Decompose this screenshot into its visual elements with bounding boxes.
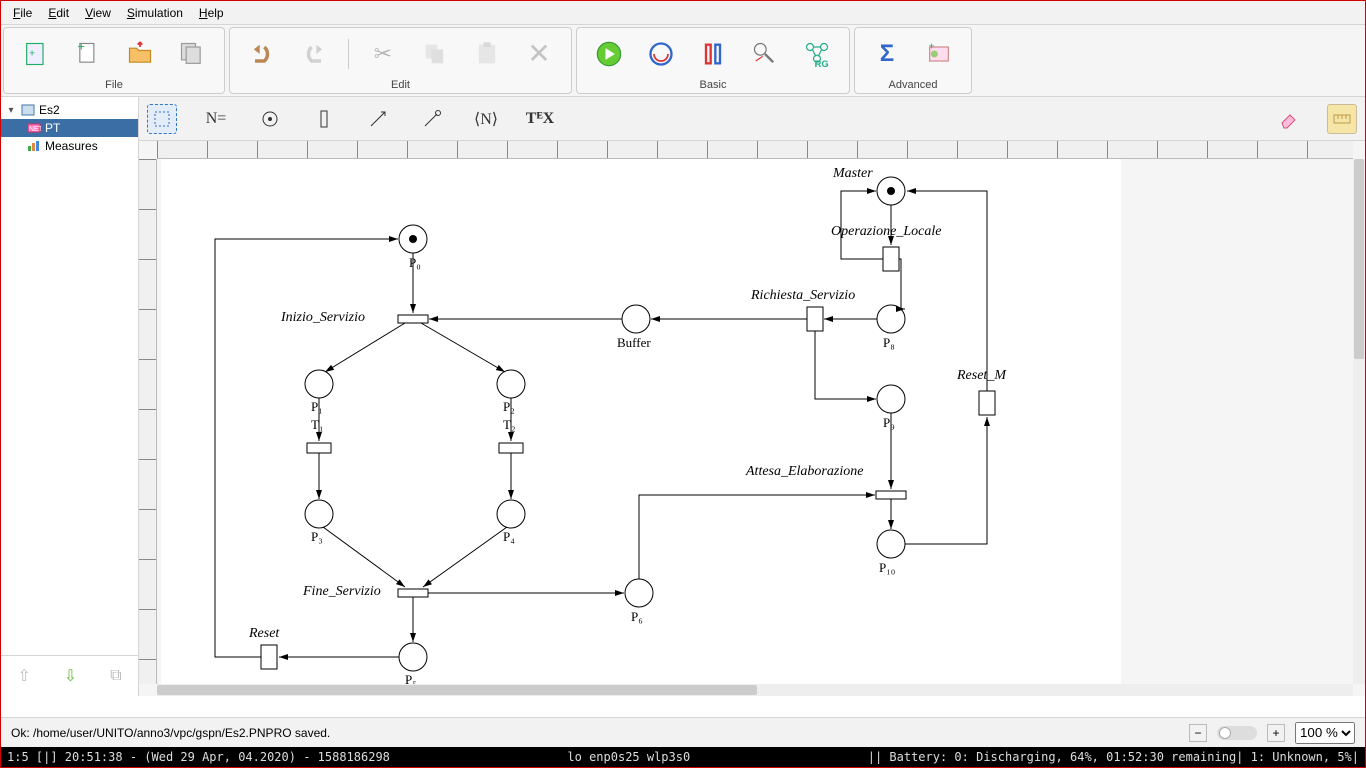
basic-tool-rg[interactable]: RG bbox=[799, 36, 835, 72]
trans-label-t1: T₁ bbox=[311, 417, 323, 432]
ruler-toggle[interactable] bbox=[1327, 104, 1357, 134]
advanced-tool-sigma[interactable]: Σ bbox=[869, 36, 905, 72]
tree-root-label: Es2 bbox=[39, 103, 60, 117]
osbar-mid: lo enp0s25 wlp3s0 bbox=[390, 750, 868, 764]
svg-text:+: + bbox=[29, 47, 35, 59]
tex-tool[interactable]: TᴱX bbox=[525, 104, 555, 134]
place-label-master: Master bbox=[832, 166, 873, 181]
toolbar-group-edit: ✂ ✕ Edit bbox=[229, 27, 572, 94]
inhibitor-arc-tool[interactable] bbox=[417, 104, 447, 134]
place-label-p9: P₉ bbox=[883, 415, 895, 430]
ruler-vertical bbox=[139, 159, 157, 684]
place-label-p3: P₃ bbox=[311, 529, 323, 544]
move-up-button[interactable]: ⇧ bbox=[17, 666, 30, 686]
transition-tool[interactable] bbox=[309, 104, 339, 134]
redo-button[interactable] bbox=[296, 36, 332, 72]
sidebar: ▾ Es2 NET PT Measures ⇧ ⇩ ⧉ bbox=[1, 97, 139, 696]
osbar-left: 1:5 [|] 20:51:38 - (Wed 29 Apr, 04.2020)… bbox=[7, 750, 390, 764]
scrollbar-vertical[interactable] bbox=[1353, 159, 1365, 684]
menu-edit[interactable]: Edit bbox=[42, 4, 75, 22]
basic-tool-2[interactable] bbox=[643, 36, 679, 72]
ruler-horizontal bbox=[157, 141, 1353, 159]
tree-item-pt[interactable]: NET PT bbox=[1, 119, 138, 137]
trans-label-resetm: Reset_M bbox=[956, 368, 1007, 383]
place-label-buffer: Buffer bbox=[617, 335, 651, 350]
trans-label-oplocale: Operazione_Locale bbox=[831, 224, 941, 239]
select-tool[interactable] bbox=[147, 104, 177, 134]
new-net-button[interactable]: + bbox=[18, 36, 54, 72]
delete-button[interactable]: ✕ bbox=[521, 36, 557, 72]
tree-root-es2[interactable]: ▾ Es2 bbox=[1, 101, 138, 119]
zoom-out-button[interactable]: − bbox=[1189, 724, 1207, 742]
trans-label-inizio: Inizio_Servizio bbox=[280, 310, 365, 325]
place-label-p1: P₁ bbox=[311, 399, 323, 414]
zoom-in-button[interactable]: + bbox=[1267, 724, 1285, 742]
place-label-p10: P₁₀ bbox=[879, 560, 895, 575]
drawing-paper[interactable]: P₀ Master Buffer P₈ P₁ bbox=[161, 159, 1121, 696]
move-down-button[interactable]: ⇩ bbox=[64, 666, 77, 686]
zoom-slider[interactable] bbox=[1217, 726, 1257, 740]
paste-button[interactable] bbox=[469, 36, 505, 72]
status-text: Ok: /home/user/UNITO/anno3/vpc/gspn/Es2.… bbox=[11, 726, 330, 740]
canvas[interactable]: P₀ Master Buffer P₈ P₁ bbox=[139, 141, 1365, 696]
menu-help[interactable]: Help bbox=[193, 4, 230, 22]
arc-tool[interactable] bbox=[363, 104, 393, 134]
tree-pt-label: PT bbox=[45, 121, 60, 135]
menu-view[interactable]: View bbox=[79, 4, 117, 22]
undo-button[interactable] bbox=[244, 36, 280, 72]
place-label-p0: P₀ bbox=[409, 255, 421, 270]
angle-n-tool[interactable]: ⟨N⟩ bbox=[471, 104, 501, 134]
status-bar: Ok: /home/user/UNITO/anno3/vpc/gspn/Es2.… bbox=[1, 717, 1365, 747]
trans-label-fine: Fine_Servizio bbox=[302, 584, 381, 599]
svg-text:RG: RG bbox=[815, 58, 829, 67]
tree-item-measures[interactable]: Measures bbox=[1, 137, 138, 155]
toolbar-group-advanced-label: Advanced bbox=[855, 79, 971, 93]
toolbar-group-basic: RG Basic bbox=[576, 27, 850, 94]
trans-label-richiesta: Richiesta_Servizio bbox=[750, 288, 855, 303]
toolbar-group-advanced: Σ + Advanced bbox=[854, 27, 972, 94]
menu-simulation[interactable]: Simulation bbox=[121, 4, 189, 22]
basic-tool-3[interactable] bbox=[695, 36, 731, 72]
toolbar-group-file: + + File bbox=[3, 27, 225, 94]
trans-label-t2: T₂ bbox=[503, 417, 515, 432]
copy-button[interactable] bbox=[417, 36, 453, 72]
new-page-button[interactable]: + bbox=[70, 36, 106, 72]
advanced-tool-2[interactable]: + bbox=[921, 36, 957, 72]
svg-text:+: + bbox=[78, 40, 86, 54]
cut-button[interactable]: ✂ bbox=[365, 36, 401, 72]
canvas-area: N= ⟨N⟩ TᴱX bbox=[139, 97, 1365, 696]
place-label-p4: P₄ bbox=[503, 529, 515, 544]
project-tree: ▾ Es2 NET PT Measures bbox=[1, 97, 138, 656]
main-toolbar: + + File ✂ ✕ Edit bbox=[1, 25, 1365, 97]
play-button[interactable] bbox=[591, 36, 627, 72]
scrollbar-horizontal[interactable] bbox=[157, 684, 1353, 696]
drawing-toolbar: N= ⟨N⟩ TᴱX bbox=[139, 97, 1365, 141]
trans-label-reset: Reset bbox=[248, 626, 280, 641]
svg-text:NET: NET bbox=[29, 126, 41, 133]
osbar-right: || Battery: 0: Discharging, 64%, 01:52:3… bbox=[868, 750, 1359, 764]
place-label-p8: P₈ bbox=[883, 335, 895, 350]
zoom-control: − + 100 % bbox=[1189, 722, 1355, 744]
save-button[interactable] bbox=[174, 36, 210, 72]
sidebar-actions: ⇧ ⇩ ⧉ bbox=[1, 656, 138, 696]
name-tool[interactable]: N= bbox=[201, 104, 231, 134]
trans-label-attesa: Attesa_Elaborazione bbox=[745, 464, 863, 479]
os-status-bar: 1:5 [|] 20:51:38 - (Wed 29 Apr, 04.2020)… bbox=[1, 747, 1365, 767]
zoom-select[interactable]: 100 % bbox=[1295, 722, 1355, 744]
basic-tool-4[interactable] bbox=[747, 36, 783, 72]
tree-measures-label: Measures bbox=[45, 139, 98, 153]
eraser-tool[interactable] bbox=[1273, 104, 1303, 134]
duplicate-button[interactable]: ⧉ bbox=[110, 667, 121, 685]
svg-text:+: + bbox=[929, 40, 935, 52]
toolbar-group-file-label: File bbox=[4, 79, 224, 93]
toolbar-group-edit-label: Edit bbox=[230, 79, 571, 93]
place-label-p6: P₆ bbox=[631, 609, 643, 624]
place-tool[interactable] bbox=[255, 104, 285, 134]
toolbar-group-basic-label: Basic bbox=[577, 79, 849, 93]
place-label-p2: P₂ bbox=[503, 399, 515, 414]
menu-file[interactable]: File bbox=[7, 4, 38, 22]
menubar: File Edit View Simulation Help bbox=[1, 1, 1365, 25]
open-button[interactable] bbox=[122, 36, 158, 72]
petri-net-svg: P₀ Master Buffer P₈ P₁ bbox=[161, 159, 1121, 696]
